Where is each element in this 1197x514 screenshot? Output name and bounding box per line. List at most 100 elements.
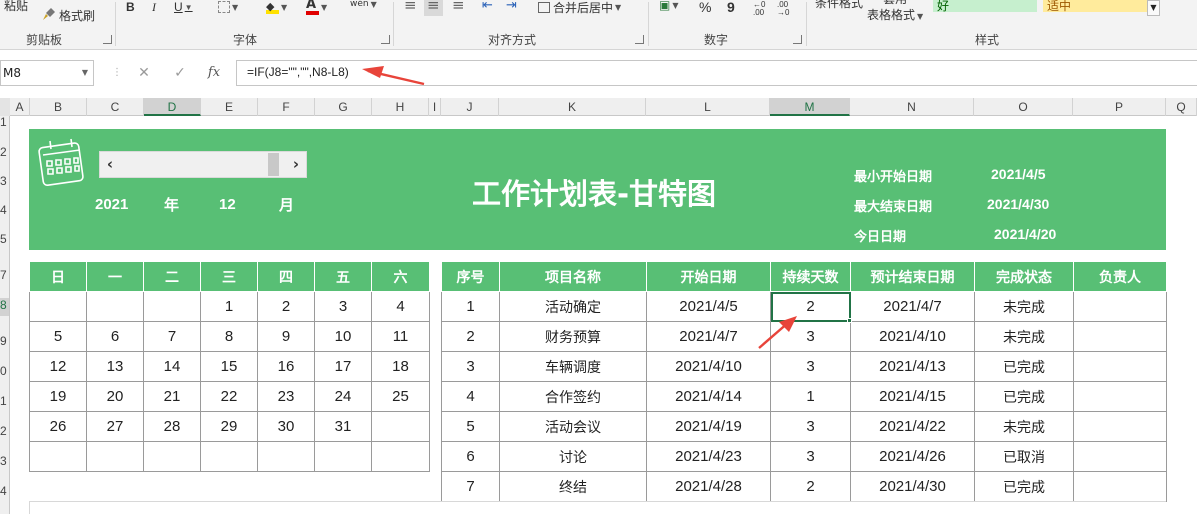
calendar-day-cell[interactable]: 7 (143, 321, 201, 352)
scroll-left-arrow-icon[interactable]: ‹ (100, 152, 120, 177)
insert-function-button[interactable]: fx (201, 60, 227, 86)
border-button[interactable]: ▼ (218, 0, 238, 18)
calendar-day-cell[interactable] (200, 441, 258, 472)
paste-button[interactable]: 粘贴 (4, 0, 28, 16)
calendar-day-cell[interactable] (143, 291, 201, 322)
calendar-day-cell[interactable] (29, 441, 87, 472)
task-cell[interactable]: 6 (441, 441, 500, 472)
task-cell[interactable]: 已完成 (974, 381, 1074, 412)
conditional-format-button[interactable]: 条件格式 (815, 0, 863, 13)
task-cell[interactable]: 合作签约 (499, 381, 647, 412)
column-header-g[interactable]: G (315, 98, 372, 116)
fill-handle[interactable] (847, 318, 852, 323)
task-cell[interactable]: 2021/4/26 (850, 441, 975, 472)
task-cell[interactable]: 2021/4/7 (646, 321, 771, 352)
calendar-day-cell[interactable]: 27 (86, 411, 144, 442)
calendar-day-cell[interactable]: 25 (371, 381, 430, 412)
task-cell[interactable] (1073, 321, 1167, 352)
calendar-day-cell[interactable]: 20 (86, 381, 144, 412)
task-cell[interactable] (1073, 381, 1167, 412)
task-cell[interactable] (1073, 411, 1167, 442)
scroll-thumb[interactable] (268, 153, 279, 176)
column-header-k[interactable]: K (499, 98, 646, 116)
calendar-day-cell[interactable]: 30 (257, 411, 315, 442)
calendar-day-cell[interactable] (314, 441, 372, 472)
calendar-day-cell[interactable]: 26 (29, 411, 87, 442)
calendar-day-cell[interactable]: 12 (29, 351, 87, 382)
column-header-n[interactable]: N (850, 98, 974, 116)
bold-button[interactable]: B (126, 0, 135, 18)
column-header-b[interactable]: B (30, 98, 87, 116)
phonetic-button[interactable]: wén ▼ (350, 0, 377, 15)
check-icon[interactable]: ✓ (167, 60, 193, 86)
calendar-day-cell[interactable]: 17 (314, 351, 372, 382)
format-painter-button[interactable]: 格式刷 (42, 4, 95, 26)
column-header-l[interactable]: L (646, 98, 770, 116)
fill-color-button[interactable]: ◆ ▼ (266, 0, 287, 18)
number-launcher-icon[interactable] (793, 35, 802, 44)
task-cell[interactable]: 2021/4/7 (850, 291, 975, 322)
month-scrollbar[interactable]: ‹ › (99, 151, 307, 178)
task-cell[interactable]: 2021/4/28 (646, 471, 771, 502)
calendar-day-cell[interactable]: 16 (257, 351, 315, 382)
calendar-day-cell[interactable]: 14 (143, 351, 201, 382)
column-header-h[interactable]: H (372, 98, 429, 116)
task-cell[interactable] (1073, 351, 1167, 382)
task-cell[interactable] (1073, 441, 1167, 472)
calendar-day-cell[interactable]: 2 (257, 291, 315, 322)
task-cell[interactable]: 3 (770, 411, 851, 442)
calendar-day-cell[interactable] (86, 291, 144, 322)
calendar-day-cell[interactable] (257, 441, 315, 472)
calendar-day-cell[interactable]: 21 (143, 381, 201, 412)
font-launcher-icon[interactable] (381, 35, 390, 44)
task-cell[interactable]: 讨论 (499, 441, 647, 472)
calendar-day-cell[interactable]: 5 (29, 321, 87, 352)
task-cell[interactable]: 1 (770, 381, 851, 412)
task-cell[interactable]: 车辆调度 (499, 351, 647, 382)
merge-center-button[interactable]: 合并后居中 ▼ (538, 0, 621, 18)
calendar-day-cell[interactable]: 28 (143, 411, 201, 442)
font-color-button[interactable]: A ▼ (306, 0, 327, 18)
task-cell[interactable] (1073, 471, 1167, 502)
row-header[interactable]: 3 (0, 454, 9, 472)
calendar-day-cell[interactable]: 24 (314, 381, 372, 412)
calendar-day-cell[interactable]: 11 (371, 321, 430, 352)
task-cell[interactable]: 1 (441, 291, 500, 322)
row-header[interactable]: 2 (0, 145, 9, 163)
calendar-day-cell[interactable]: 6 (86, 321, 144, 352)
column-header-m[interactable]: M (770, 98, 850, 116)
task-cell[interactable]: 2021/4/14 (646, 381, 771, 412)
styles-scroll-button[interactable]: ▼ (1147, 0, 1160, 16)
task-cell[interactable]: 2 (770, 471, 851, 502)
task-cell[interactable]: 未完成 (974, 321, 1074, 352)
task-cell[interactable]: 2021/4/13 (850, 351, 975, 382)
task-cell[interactable]: 已完成 (974, 351, 1074, 382)
calendar-day-cell[interactable]: 3 (314, 291, 372, 322)
increase-indent-button[interactable]: ⇥ (506, 0, 517, 16)
calendar-day-cell[interactable]: 10 (314, 321, 372, 352)
clipboard-launcher-icon[interactable] (103, 35, 112, 44)
scroll-right-arrow-icon[interactable]: › (286, 152, 306, 177)
calendar-day-cell[interactable]: 29 (200, 411, 258, 442)
row-header[interactable]: 2 (0, 424, 9, 442)
task-cell[interactable]: 2 (441, 321, 500, 352)
row-header[interactable]: 7 (0, 268, 9, 286)
calendar-day-cell[interactable]: 22 (200, 381, 258, 412)
calendar-day-cell[interactable] (371, 411, 430, 442)
row-header[interactable]: 4 (0, 203, 9, 221)
style-neutral[interactable]: 适中 (1043, 0, 1147, 12)
task-cell[interactable]: 财务预算 (499, 321, 647, 352)
row-header[interactable]: 4 (0, 484, 9, 502)
task-cell[interactable]: 3 (770, 441, 851, 472)
select-all-corner[interactable] (0, 98, 10, 116)
task-cell[interactable]: 7 (441, 471, 500, 502)
calendar-day-cell[interactable]: 18 (371, 351, 430, 382)
task-cell[interactable]: 终结 (499, 471, 647, 502)
task-cell[interactable]: 活动会议 (499, 411, 647, 442)
calendar-day-cell[interactable] (143, 441, 201, 472)
column-header-a[interactable]: A (10, 98, 30, 116)
align-right-button[interactable]: ≡ (452, 0, 465, 16)
align-left-button[interactable]: ≡ (404, 0, 417, 16)
task-cell[interactable]: 未完成 (974, 291, 1074, 322)
column-header-j[interactable]: J (441, 98, 499, 116)
